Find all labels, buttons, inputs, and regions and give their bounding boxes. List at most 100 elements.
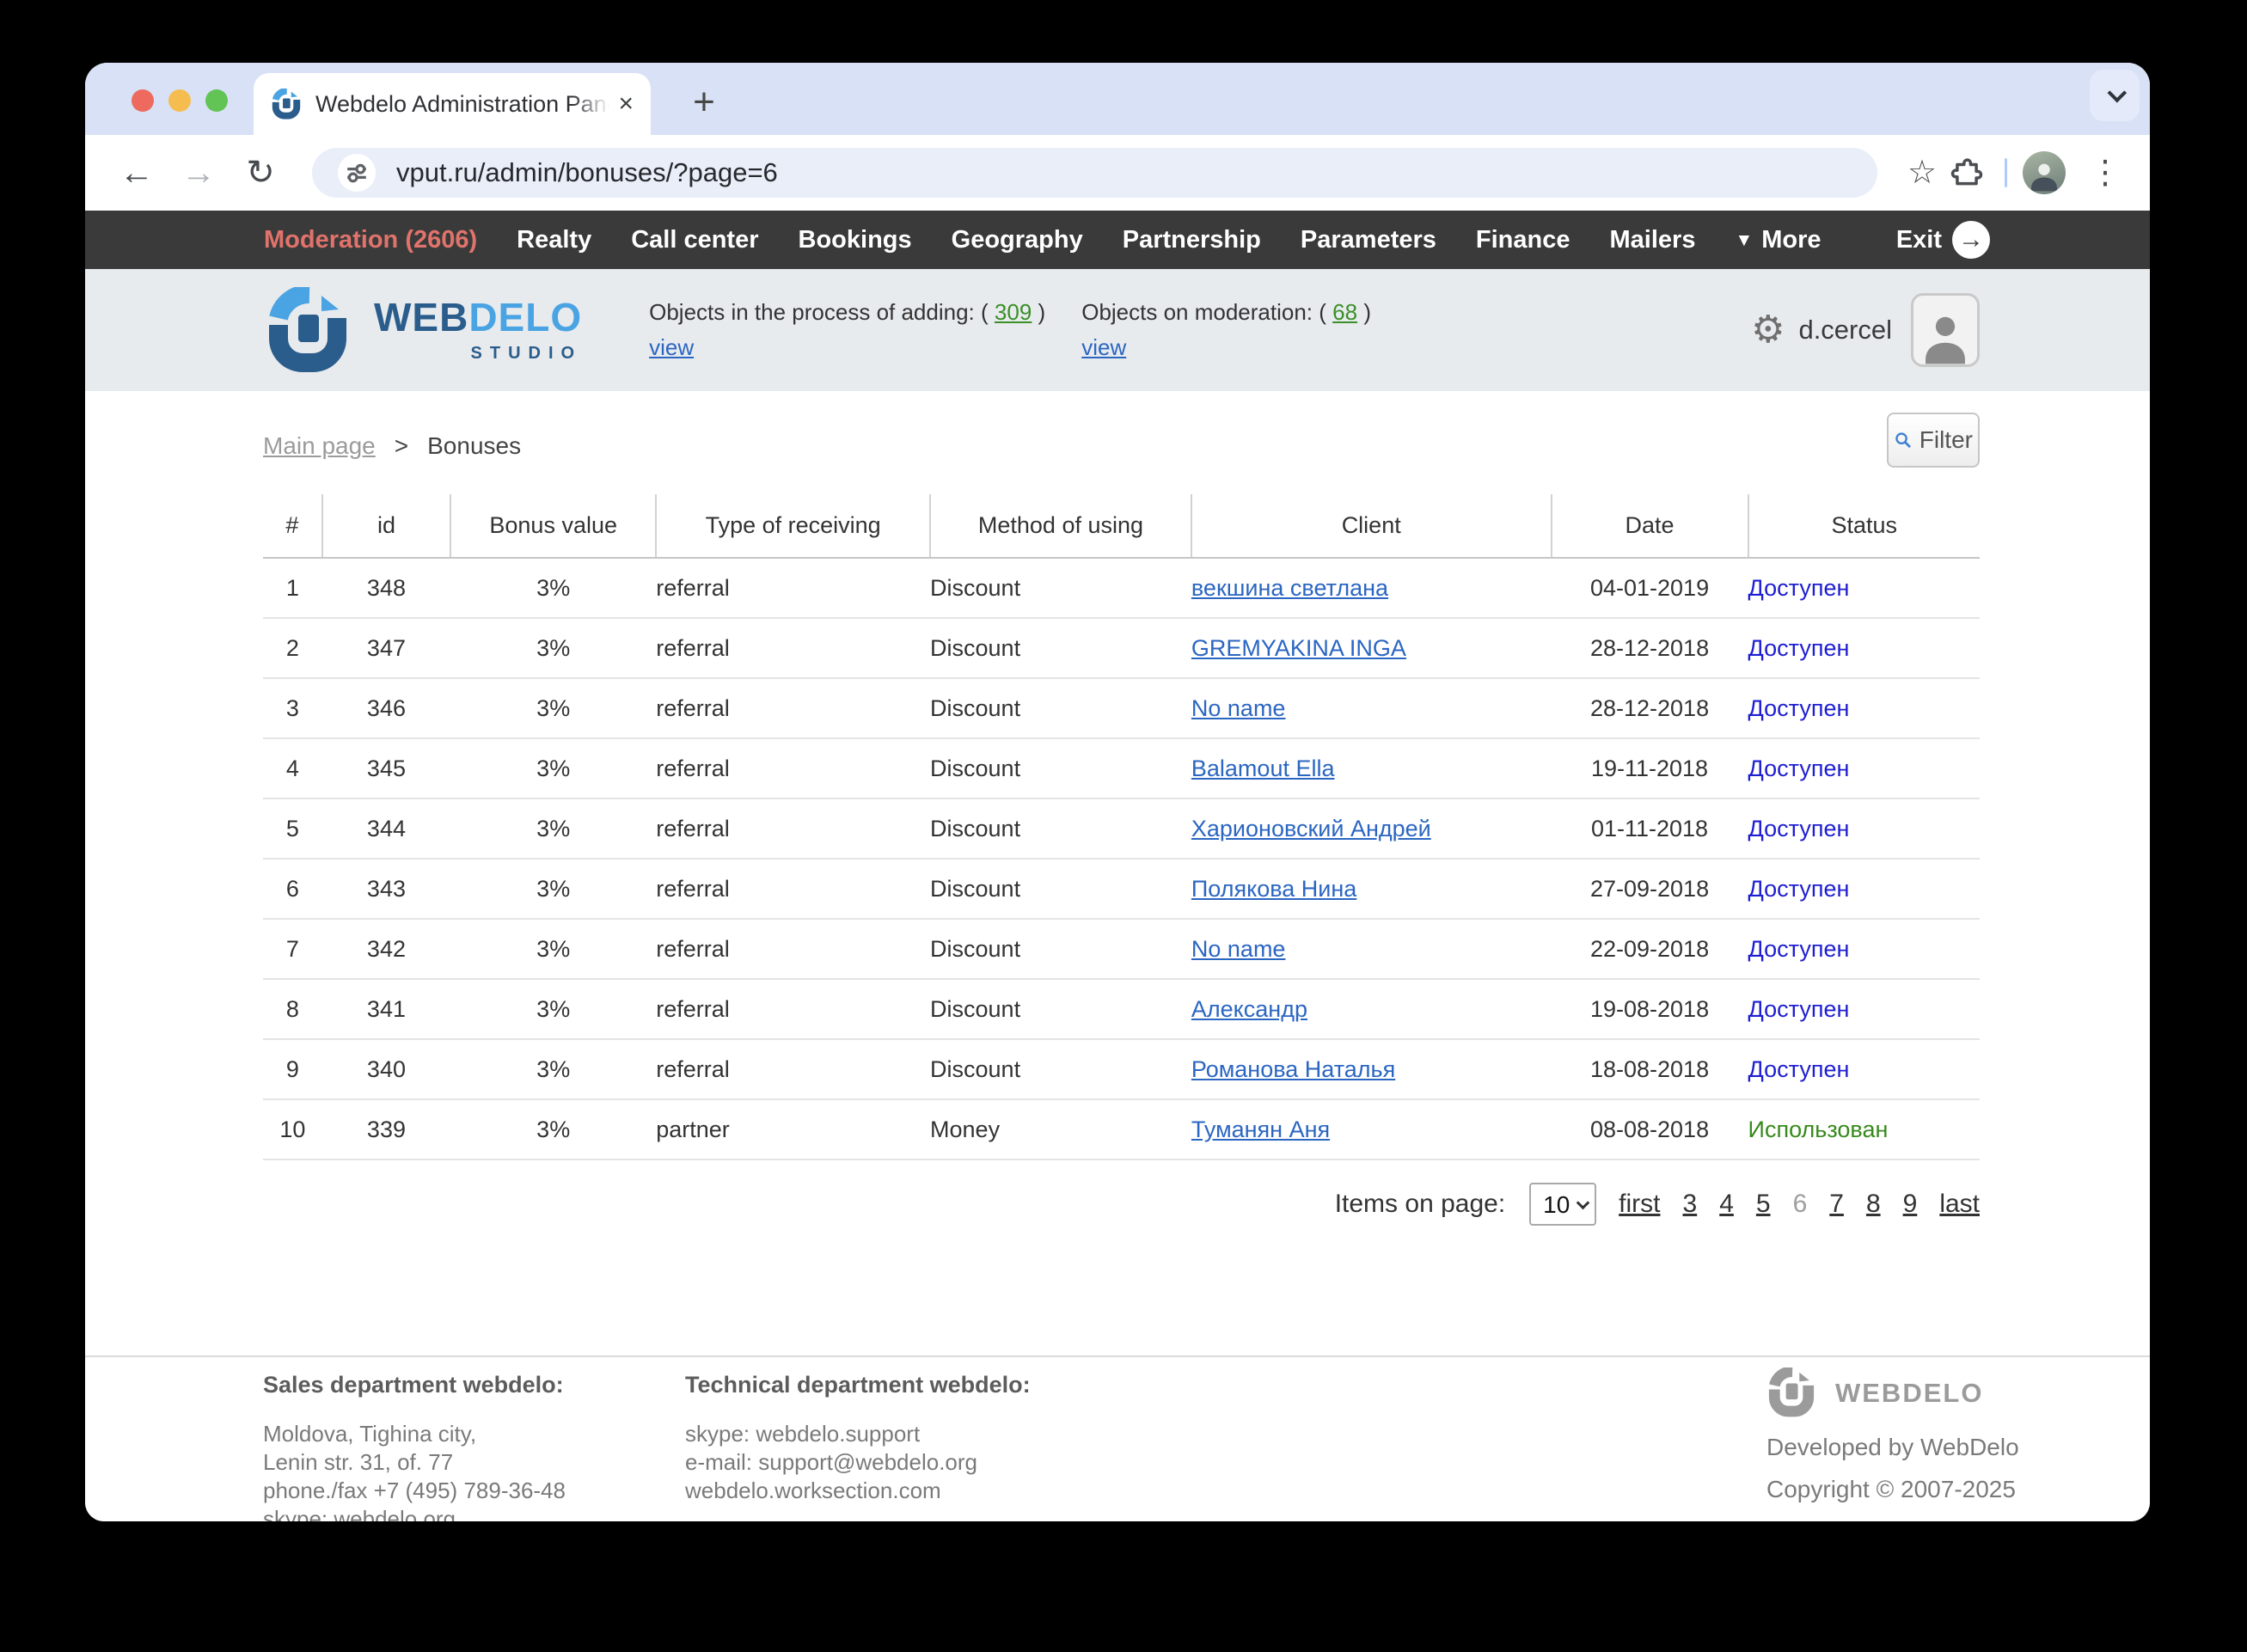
nav-item-call-center[interactable]: Call center [631,226,758,254]
client-link[interactable]: GREMYAKINA INGA [1191,635,1406,661]
browser-menu-icon[interactable]: ⋮ [2083,150,2128,195]
cell-num: 9 [263,1039,322,1100]
logo-text-studio: STUDIO [470,343,583,363]
status-badge: Доступен [1748,995,1850,1022]
cell-id: 348 [321,558,451,619]
cell-date: 18-08-2018 [1551,1039,1748,1100]
objects-adding-count-link[interactable]: 309 [995,299,1032,325]
cell-client: Полякова Нина [1191,859,1552,920]
nav-item-geography[interactable]: Geography [952,226,1083,254]
screenshot-canvas: Webdelo Administration Panel × + ← → ↻ v… [0,0,2247,1652]
client-link[interactable]: Александр [1191,996,1307,1022]
items-per-page-select[interactable]: 10 [1529,1183,1597,1226]
webdelo-logo-gray-icon [1768,1367,1815,1417]
client-link[interactable]: векшина светлана [1191,575,1388,601]
forward-button[interactable]: → [174,149,223,197]
page-link-first[interactable]: first [1619,1190,1660,1219]
browser-toolbar: ← → ↻ vput.ru/admin/bonuses/?page=6 ☆ ⋮ [85,135,2150,211]
triangle-down-icon: ▼ [1735,229,1754,250]
page-link-8[interactable]: 8 [1866,1190,1881,1219]
nav-item-more[interactable]: ▼ More [1735,226,1821,254]
cell-client: векшина светлана [1191,558,1552,619]
table-row: 10 339 3% partner Money Туманян Аня 08-08-2018… [263,1099,1980,1160]
page-link-9[interactable]: 9 [1903,1190,1918,1219]
cell-client: Александр [1191,979,1552,1040]
browser-profile-avatar[interactable] [2023,151,2066,194]
bookmark-star-icon[interactable]: ☆ [1900,150,1944,195]
cell-id: 339 [321,1099,451,1160]
nav-item-bookings[interactable]: Bookings [799,226,912,254]
user-avatar[interactable] [1911,293,1980,367]
browser-tab[interactable]: Webdelo Administration Panel × [254,73,651,135]
gear-icon[interactable]: ⚙ [1751,311,1785,349]
breadcrumb: Main page > Bonuses [263,432,1980,460]
webdelo-logo[interactable]: WEBDELO STUDIO [264,287,582,373]
cell-id: 345 [321,738,451,799]
url-text[interactable]: vput.ru/admin/bonuses/?page=6 [396,157,778,188]
client-link[interactable]: Романова Наталья [1191,1056,1395,1082]
reload-button[interactable]: ↻ [236,149,285,197]
username[interactable]: d.cercel [1798,315,1892,346]
cell-date: 19-08-2018 [1551,979,1748,1040]
cell-status: Доступен [1748,859,1980,920]
new-tab-button[interactable]: + [680,78,728,126]
page-link-3[interactable]: 3 [1683,1190,1698,1219]
objects-adding-block: Objects in the process of adding: ( 309 … [649,299,1045,361]
cell-client: Романова Наталья [1191,1039,1552,1100]
client-link[interactable]: No name [1191,936,1286,962]
nav-item-moderation-2606[interactable]: Moderation (2606) [264,226,477,254]
page-link-5[interactable]: 5 [1756,1190,1771,1219]
cell-method-of-using: Discount [930,919,1191,980]
nav-item-parameters[interactable]: Parameters [1301,226,1436,254]
nav-item-partnership[interactable]: Partnership [1123,226,1261,254]
url-bar[interactable]: vput.ru/admin/bonuses/?page=6 [312,148,1877,198]
objects-moderation-label: Objects on moderation: [1081,299,1313,325]
breadcrumb-main-page-link[interactable]: Main page [263,432,376,460]
client-link[interactable]: Харионовский Андрей [1191,816,1431,841]
tab-close-icon[interactable]: × [618,91,634,117]
status-badge: Использован [1748,1116,1889,1142]
cell-status: Доступен [1748,738,1980,799]
page-link-7[interactable]: 7 [1829,1190,1844,1219]
cell-id: 340 [321,1039,451,1100]
footer-sales-line: Moldova, Tighina city, [263,1421,477,1447]
table-row: 3 346 3% referral Discount No name 28-12-2018 Д… [263,678,1980,739]
back-button[interactable]: ← [113,149,161,197]
cell-method-of-using: Money [930,1099,1191,1160]
column-header-id: id [321,494,451,559]
client-link[interactable]: No name [1191,695,1286,721]
paren: ) [1363,299,1371,325]
page-link-4[interactable]: 4 [1719,1190,1734,1219]
close-window-button[interactable] [132,89,154,112]
status-badge: Доступен [1748,1055,1850,1082]
tab-search-chevron-button[interactable] [2090,70,2140,121]
admin-nav-bar: Moderation (2606) Realty Call center Bookin… [85,211,2150,269]
extensions-icon[interactable] [1944,150,1989,195]
client-link[interactable]: Полякова Нина [1191,876,1356,902]
site-settings-icon[interactable] [338,154,376,192]
client-link[interactable]: Туманян Аня [1191,1117,1330,1142]
objects-adding-view-link[interactable]: view [649,334,694,361]
cell-id: 342 [321,919,451,980]
minimize-window-button[interactable] [168,89,191,112]
zoom-window-button[interactable] [205,89,228,112]
nav-item-finance[interactable]: Finance [1476,226,1570,254]
footer-tech-line: skype: webdelo.support [685,1421,921,1447]
cell-bonus-value: 3% [450,798,657,860]
objects-moderation-count-link[interactable]: 68 [1332,299,1357,325]
filter-button[interactable]: Filter [1887,413,1980,468]
nav-item-realty[interactable]: Realty [517,226,591,254]
client-link[interactable]: Balamout Ella [1191,756,1335,781]
footer-logo: WEBDELO [1766,1367,2019,1417]
cell-type-of-receiving: referral [656,919,931,980]
exit-button[interactable]: Exit → [1896,221,1990,259]
page-link-last[interactable]: last [1939,1190,1980,1219]
footer-sales-line: skype: webdelo.org [263,1506,456,1521]
logo-wordmark: WEBDELO STUDIO [374,297,582,364]
nav-item-mailers[interactable]: Mailers [1610,226,1696,254]
footer-developed-by: Developed by WebDelo [1766,1434,2019,1460]
cell-client: No name [1191,678,1552,739]
cell-status: Доступен [1748,618,1980,679]
objects-moderation-view-link[interactable]: view [1081,334,1126,361]
cell-type-of-receiving: referral [656,558,931,619]
